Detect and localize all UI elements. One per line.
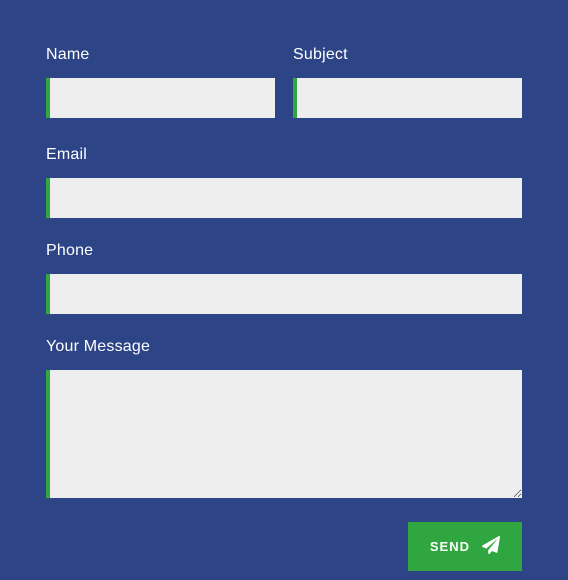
paper-plane-icon [482,536,500,557]
email-label: Email [46,146,522,164]
field-email: Email [46,146,522,218]
form-actions: SEND [46,522,522,571]
field-name: Name [46,46,275,118]
field-message: Your Message [46,338,522,498]
send-button[interactable]: SEND [408,522,522,571]
field-subject: Subject [293,46,522,118]
row-name-subject: Name Subject [46,46,522,118]
email-input[interactable] [46,178,522,218]
send-button-label: SEND [430,539,470,554]
phone-input[interactable] [46,274,522,314]
subject-input[interactable] [293,78,522,118]
field-phone: Phone [46,242,522,314]
subject-label: Subject [293,46,522,64]
contact-form: Name Subject Email Phone Your Message SE… [46,46,522,571]
name-input[interactable] [46,78,275,118]
phone-label: Phone [46,242,522,260]
message-label: Your Message [46,338,522,356]
message-textarea[interactable] [46,370,522,498]
name-label: Name [46,46,275,64]
